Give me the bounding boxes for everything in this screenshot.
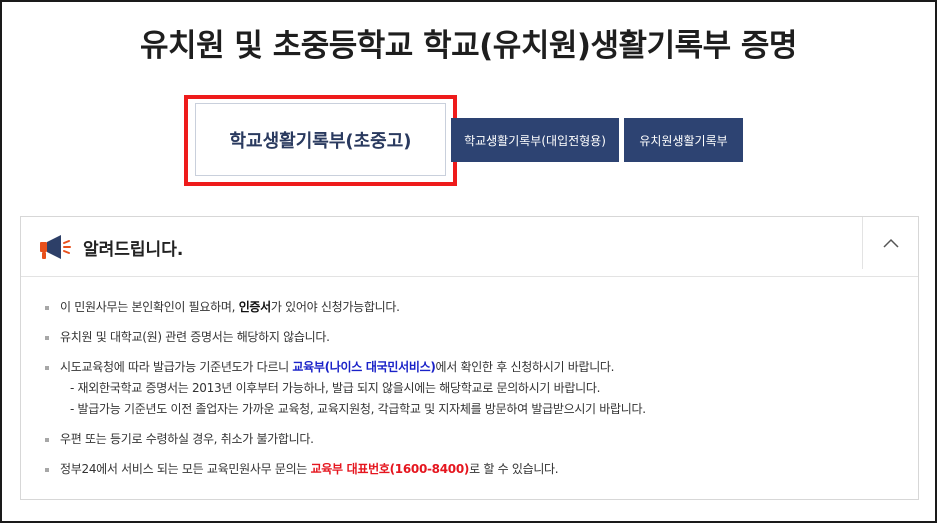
notice-item-not-applicable: 유치원 및 대학교(원) 관련 증명서는 해당하지 않습니다. xyxy=(45,327,908,348)
certificate-keyword: 인증서 xyxy=(238,300,272,314)
notice-header: 알려드립니다. xyxy=(21,217,918,277)
notice-title: 알려드립니다. xyxy=(83,240,184,260)
page-title: 유치원 및 초중등학교 학교(유치원)생활기록부 증명 xyxy=(140,28,797,64)
chevron-up-icon xyxy=(882,238,899,248)
notice-item-contact: 정부24에서 서비스 되는 모든 교육민원사무 문의는 교육부 대표번호(160… xyxy=(45,459,908,480)
notice-subitem-overseas: - 재외한국학교 증명서는 2013년 이후부터 가능하나, 발급 되지 않을시… xyxy=(70,381,601,395)
tab-kindergarten-record[interactable]: 유치원생활기록부 xyxy=(624,118,743,162)
tab-school-record-elementary-secondary[interactable]: 학교생활기록부(초중고) xyxy=(195,103,446,176)
collapse-button[interactable] xyxy=(862,217,918,269)
contact-phone: 교육부 대표번호(1600-8400) xyxy=(310,462,470,476)
notice-item-certificate: 이 민원사무는 본인확인이 필요하며, 인증서가 있어야 신청가능합니다. xyxy=(45,297,908,318)
neis-service-link[interactable]: 교육부(나이스 대국민서비스) xyxy=(292,360,435,374)
notice-item-issuance-year: 시도교육청에 따라 발급가능 기준년도가 다르니 교육부(나이스 대국민서비스)… xyxy=(45,357,908,420)
tab-label: 유치원생활기록부 xyxy=(639,133,728,148)
tab-label: 학교생활기록부(초중고) xyxy=(229,130,412,152)
tab-school-record-college-admission[interactable]: 학교생활기록부(대입전형용) xyxy=(451,118,619,162)
tab-label: 학교생활기록부(대입전형용) xyxy=(464,133,606,148)
notice-panel: 알려드립니다. 이 민원사무는 본인확인이 필요하며, 인증서가 있어야 신청가… xyxy=(20,216,919,500)
megaphone-icon xyxy=(40,235,71,259)
notice-list: 이 민원사무는 본인확인이 필요하며, 인증서가 있어야 신청가능합니다. 유치… xyxy=(45,297,908,489)
notice-subitem-prior-graduates: - 발급가능 기준년도 이전 졸업자는 가까운 교육청, 교육지원청, 각급학교… xyxy=(70,402,646,416)
notice-item-mail-cancel: 우편 또는 등기로 수령하실 경우, 취소가 불가합니다. xyxy=(45,429,908,450)
